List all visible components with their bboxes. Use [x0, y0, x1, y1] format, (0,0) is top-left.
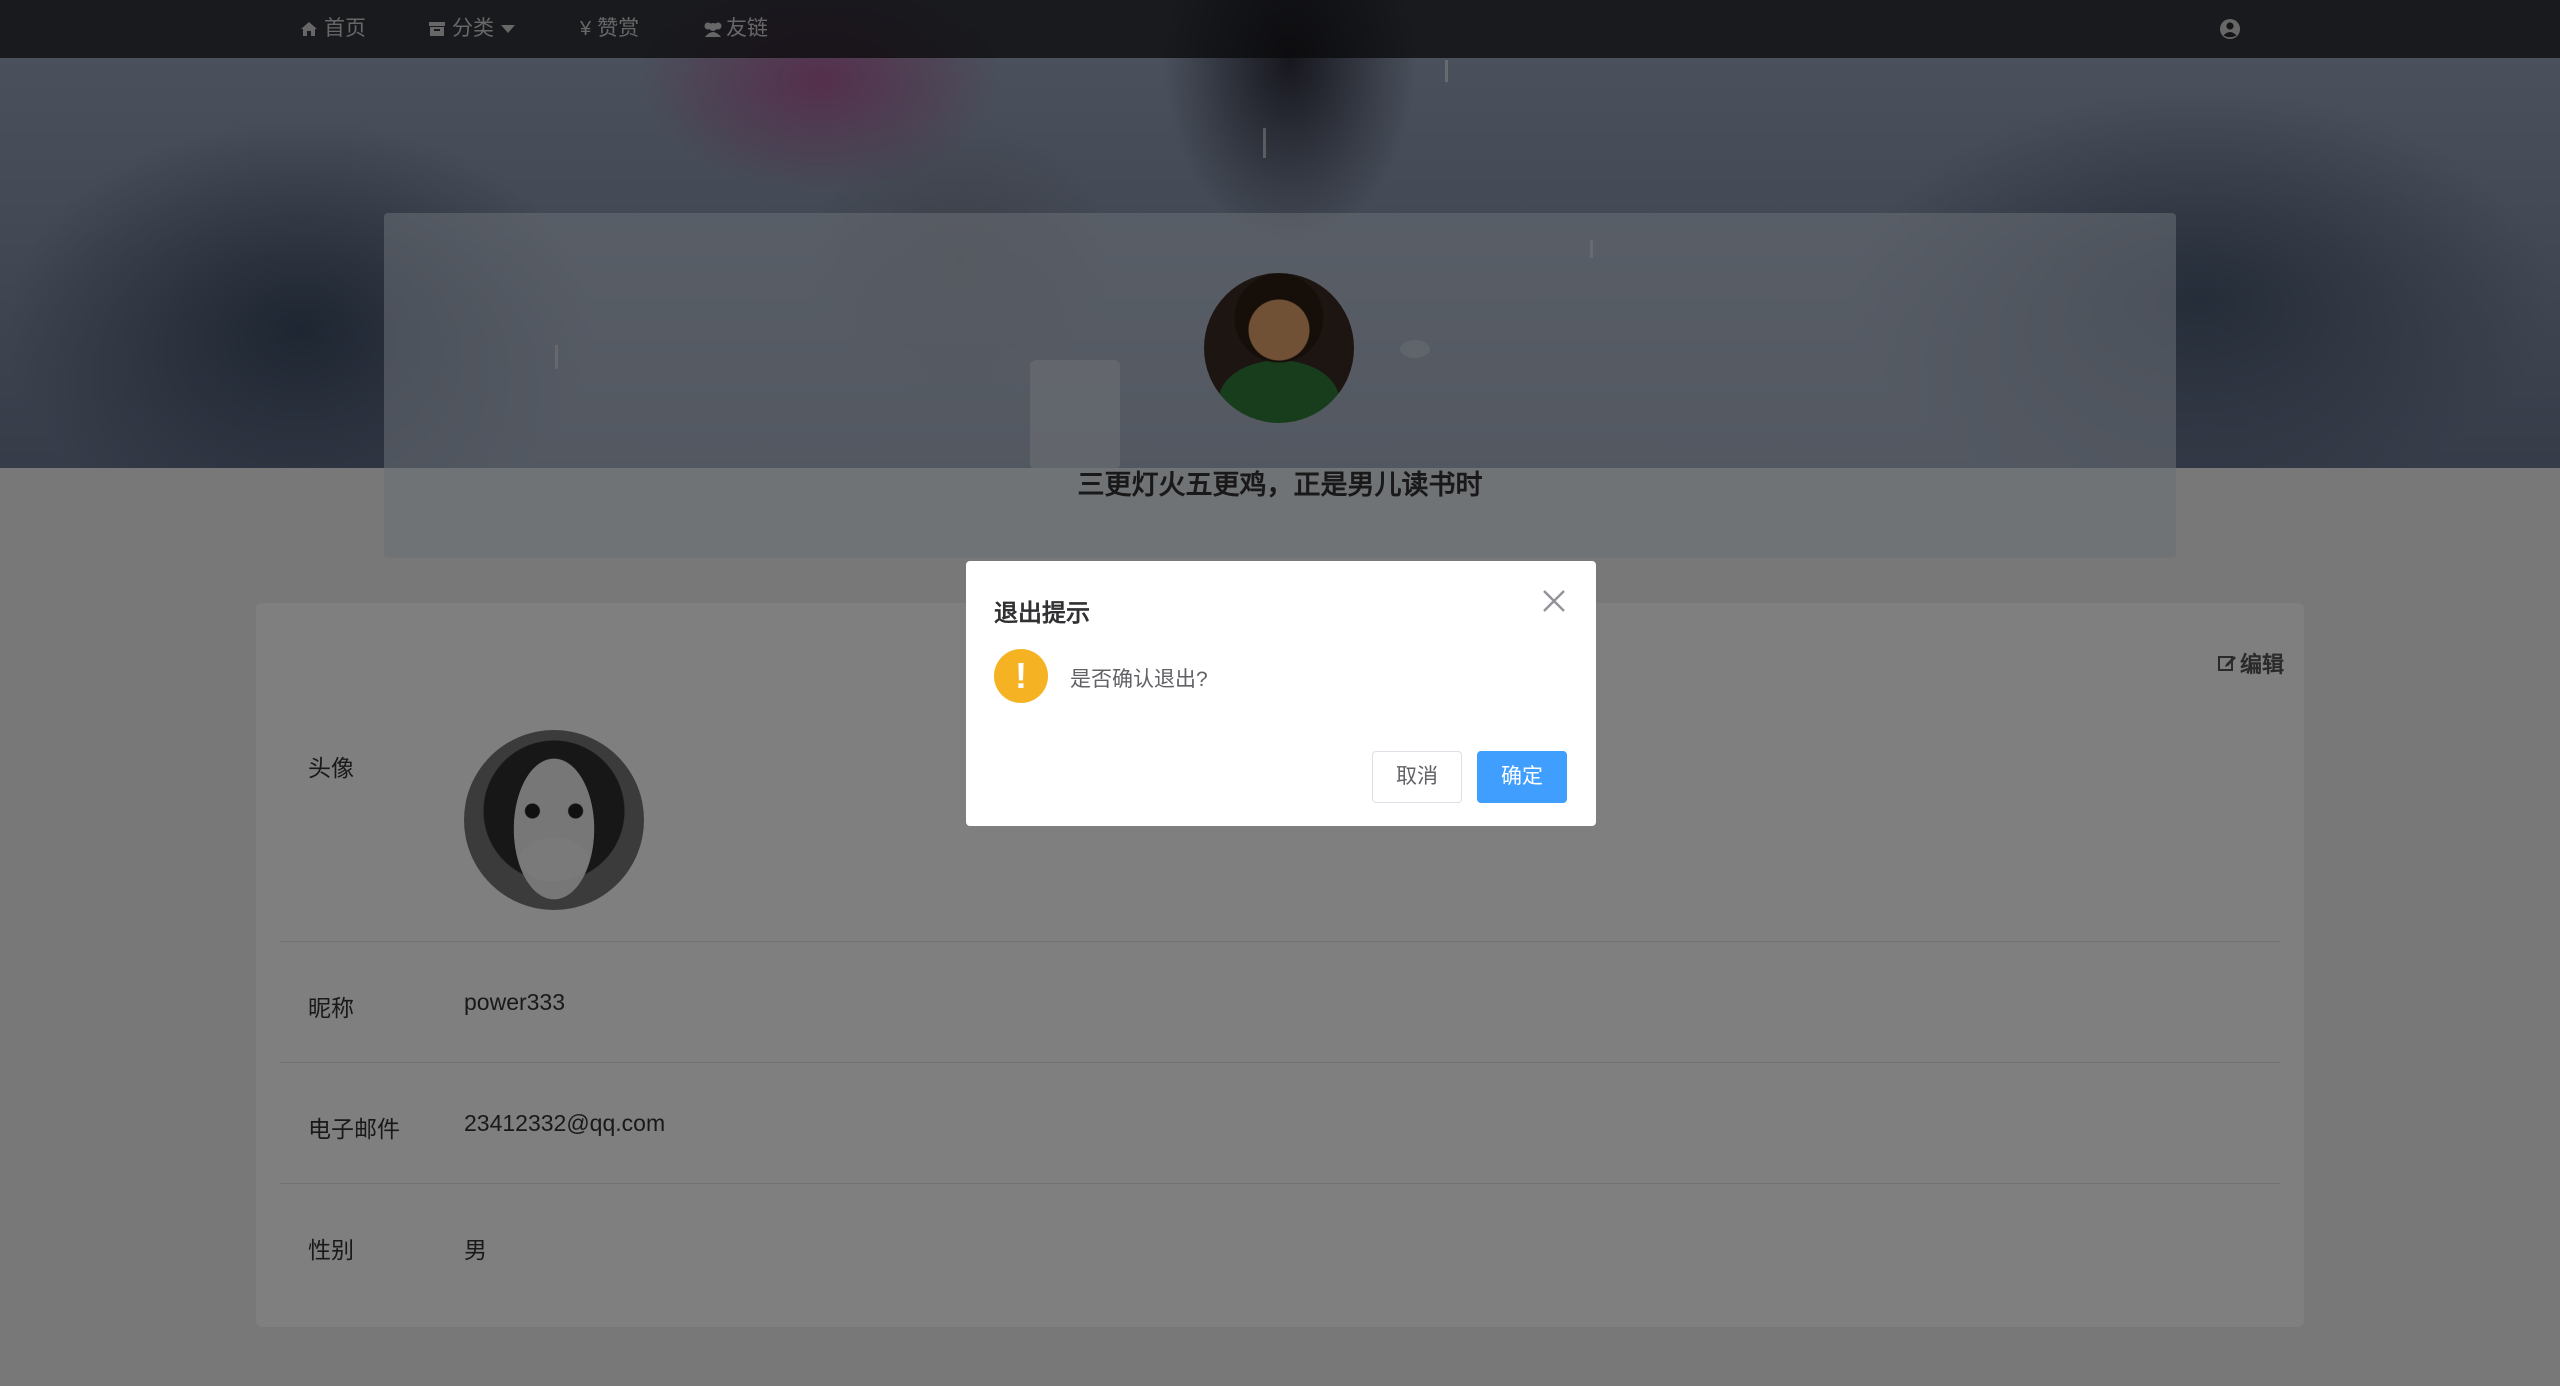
dialog-title: 退出提示	[994, 600, 1090, 627]
cancel-button[interactable]: 取消	[1372, 751, 1462, 803]
confirm-button[interactable]: 确定	[1477, 751, 1567, 803]
close-icon[interactable]	[1540, 587, 1568, 615]
warning-icon: !	[994, 649, 1048, 703]
logout-dialog: 退出提示 ! 是否确认退出? 取消 确定	[966, 561, 1596, 826]
dialog-message: 是否确认退出?	[1070, 668, 1208, 691]
